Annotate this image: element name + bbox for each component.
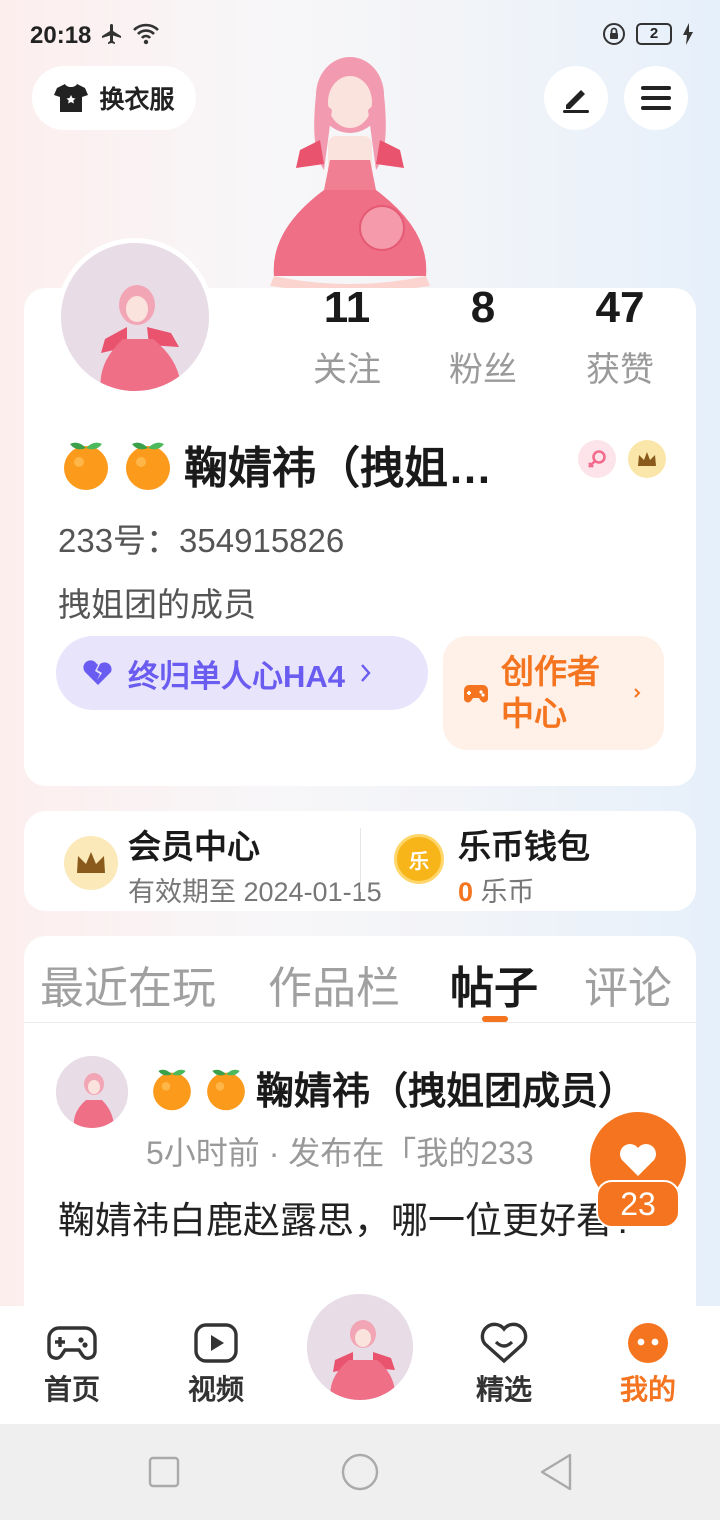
post-author-name[interactable]: 鞠婧祎（拽姐团成员） [256,1060,636,1115]
nav-center-avatar-image [307,1294,413,1400]
avatar[interactable] [56,238,214,396]
tshirt-icon [54,84,89,112]
orange-icon [207,1069,245,1110]
tab-comments[interactable]: 评论 [584,952,672,1016]
user-id: 233号：354915826 [58,522,345,559]
gamepad-icon [464,685,488,703]
female-symbol-icon [588,450,606,468]
chevron-right-icon [361,664,371,682]
hamburger-icon [641,86,671,110]
change-outfit-button[interactable]: 换衣服 [32,66,196,130]
wallet-balance: 0 乐币 [458,870,535,909]
likes-label: 获赞 [586,351,654,389]
tab-works[interactable]: 作品栏 [268,952,400,1016]
stat-fans[interactable]: 8 粉丝 [428,282,538,391]
status-time: 20:18 [30,22,92,49]
nav-video[interactable]: 视频 [166,1322,266,1408]
avatar-image [61,243,209,391]
lock-rotation-icon [603,23,625,45]
wallet-amount: 0 [458,877,474,907]
nav-video-label: 视频 [187,1374,244,1405]
nav-home-label: 首页 [43,1374,100,1405]
vip-crown-icon [64,836,118,890]
stat-likes[interactable]: 47 获赞 [565,282,675,391]
member-center-title[interactable]: 会员中心 [128,820,260,868]
like-count-badge: 23 [596,1180,680,1228]
avatar-character-figure[interactable] [240,40,460,290]
post-meta: 5小时前 · 发布在「我的233 [146,1135,534,1171]
battery-indicator: 2 [636,23,672,45]
change-outfit-label: 换衣服 [99,86,175,114]
heart-icon [620,1144,656,1176]
heart-status-label: 终归单人心HA4 [128,658,346,694]
post-text[interactable]: 鞠婧祎白鹿赵露思，哪一位更好看? [58,1196,658,1246]
coin-icon: 乐 [394,834,444,884]
gamepad-icon [47,1326,97,1360]
creator-center-button[interactable]: 创作者中心 [443,636,664,750]
gender-badge [578,440,616,478]
creator-center-label: 创作者中心 [501,653,600,732]
recent-apps-icon[interactable] [148,1456,180,1488]
post-avatar-image [56,1056,128,1128]
fans-label: 粉丝 [449,351,517,389]
username: 鞠婧祎（拽姐… [184,444,492,493]
pen-icon [563,90,589,113]
charging-icon [683,23,693,45]
nav-featured-label: 精选 [475,1374,532,1405]
face-icon [628,1323,668,1363]
nav-center-avatar[interactable] [303,1290,417,1404]
wifi-icon [133,23,159,45]
heart-chat-icon [480,1322,528,1364]
tab-posts[interactable]: 帖子 [450,952,538,1016]
wallet-title[interactable]: 乐币钱包 [458,820,590,868]
heart-status-pill[interactable]: 终归单人心HA4 [56,636,428,710]
following-count: 11 [323,283,371,332]
member-expiry: 有效期至 2024-01-15 [128,877,382,907]
nav-mine[interactable]: 我的 [598,1322,698,1408]
vip-crown-badge [628,440,666,478]
edit-button[interactable] [544,66,608,130]
stat-following[interactable]: 11 关注 [292,282,402,391]
fans-count: 8 [470,283,496,332]
orange-icon [126,442,170,490]
back-triangle-icon[interactable] [538,1452,574,1492]
chevron-right-icon [634,688,641,698]
menu-button[interactable] [624,66,688,130]
nav-featured[interactable]: 精选 [454,1322,554,1408]
orange-icon [64,442,108,490]
orange-icon [153,1069,191,1110]
vertical-divider [360,828,361,892]
following-label: 关注 [313,351,381,389]
likes-count: 47 [595,283,645,332]
post-author-row: 鞠婧祎（拽姐团成员） [148,1060,636,1115]
post-author-avatar[interactable] [56,1056,128,1128]
airplane-icon [102,24,121,44]
broken-heart-icon [83,660,112,685]
nav-mine-label: 我的 [619,1374,676,1405]
tab-recently-played[interactable]: 最近在玩 [40,952,216,1016]
tab-divider [24,1022,696,1023]
crown-icon [638,452,656,466]
video-icon [194,1323,238,1363]
username-row: 鞠婧祎（拽姐… [58,432,492,496]
user-bio: 拽姐团的成员 [58,586,256,623]
wallet-unit: 乐币 [480,877,535,907]
nav-home[interactable]: 首页 [22,1322,122,1408]
home-circle-icon[interactable] [340,1452,380,1492]
